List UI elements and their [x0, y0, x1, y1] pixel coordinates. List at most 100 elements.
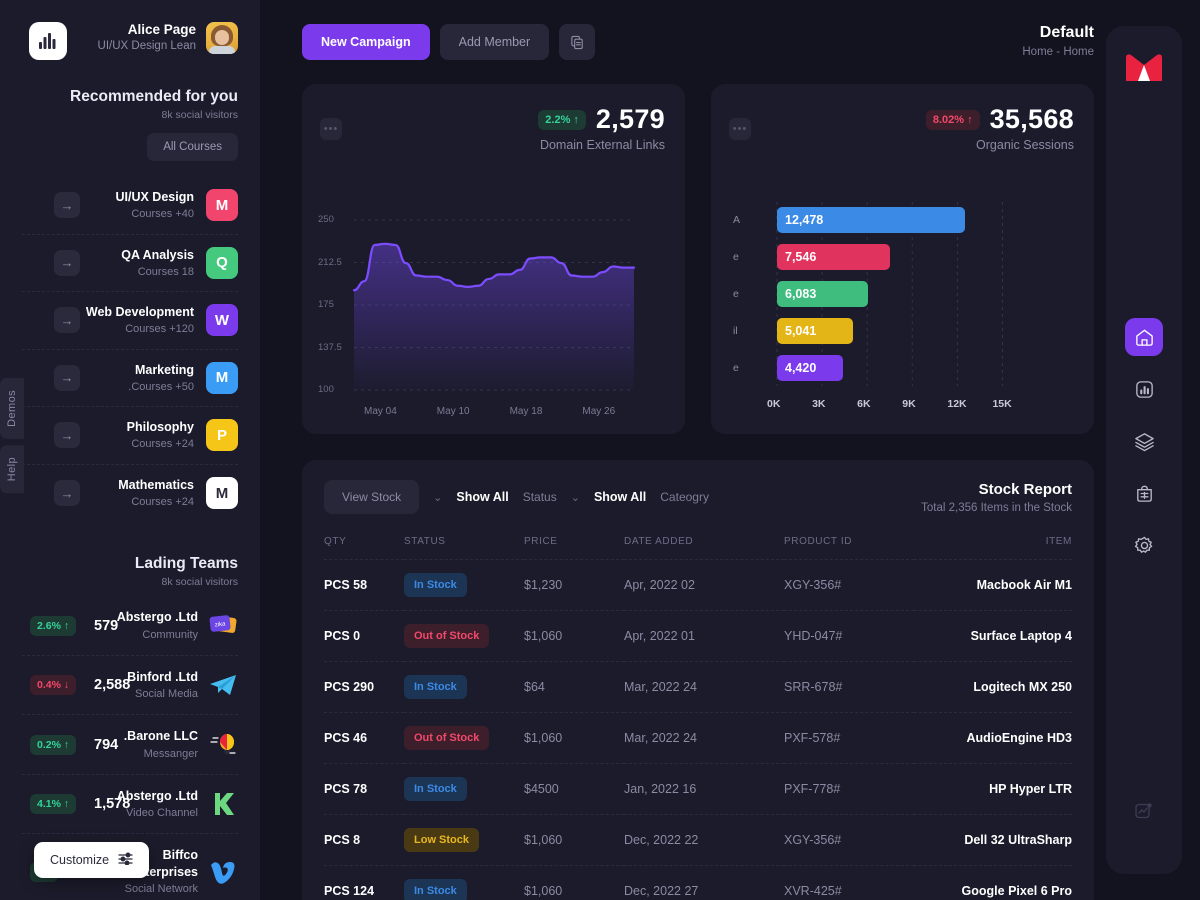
table-row[interactable]: PCS 124In Stock$1,060Dec, 2022 27XVR-425… — [324, 866, 1072, 900]
course-item[interactable]: →MathematicsCourses +24M — [22, 465, 238, 522]
arrow-right-icon[interactable]: → — [54, 192, 80, 218]
add-member-button[interactable]: Add Member — [440, 24, 550, 60]
cell-date: Jan, 2022 16 — [624, 764, 784, 815]
new-campaign-button[interactable]: New Campaign — [302, 24, 430, 60]
brand-logo-icon[interactable] — [29, 22, 67, 60]
edge-tab-demos[interactable]: Demos — [0, 378, 24, 439]
cell-product-id: SRR-678# — [784, 662, 914, 713]
status-badge: In Stock — [404, 675, 467, 699]
copy-document-icon[interactable] — [559, 24, 595, 60]
course-text: PhilosophyCourses +24 — [22, 419, 194, 452]
cell-date: Mar, 2022 24 — [624, 713, 784, 764]
bar-kpi-badge: 8.02% ↑ — [926, 110, 980, 130]
toolbar: New Campaign Add Member Default Home - H… — [302, 24, 1094, 60]
cell-item: AudioEngine HD3 — [914, 713, 1072, 764]
cell-qty: PCS 124 — [324, 866, 404, 900]
rail-chart-icon[interactable] — [1125, 370, 1163, 408]
recommended-title: Recommended for you — [22, 88, 238, 106]
bar-x-axis-tick: 12K — [947, 398, 966, 410]
rail-gear-icon[interactable] — [1125, 526, 1163, 564]
breadcrumb-item-home[interactable]: Home — [1022, 46, 1053, 58]
user-name: Alice Page — [98, 22, 196, 39]
team-logo-icon — [208, 789, 238, 819]
all-courses-button[interactable]: All Courses — [147, 133, 238, 161]
cell-qty: PCS 78 — [324, 764, 404, 815]
course-item[interactable]: →UI/UX DesignCourses +40M — [22, 177, 238, 235]
course-text: UI/UX DesignCourses +40 — [22, 189, 194, 222]
m-logo-icon[interactable] — [1124, 52, 1164, 87]
card-menu-icon[interactable]: ••• — [320, 118, 342, 140]
team-count: 579 — [94, 618, 118, 634]
svg-text:zika: zika — [215, 621, 227, 628]
course-badge: M — [206, 362, 238, 394]
arrow-right-icon[interactable]: → — [54, 480, 80, 506]
cell-date: Apr, 2022 01 — [624, 611, 784, 662]
status-badge: In Stock — [404, 573, 467, 597]
card-menu-icon-2[interactable]: ••• — [729, 118, 751, 140]
analytics-image-icon[interactable] — [1125, 792, 1163, 830]
arrow-right-icon[interactable]: → — [54, 250, 80, 276]
team-item[interactable]: 2.6% ↑579Abstergo .LtdCommunityzika — [22, 596, 238, 656]
chevron-down-icon-1[interactable]: ⌄ — [433, 491, 442, 504]
cell-product-id: PXF-578# — [784, 713, 914, 764]
bar-value-label: 7,546 — [785, 250, 816, 264]
course-text: MathematicsCourses +24 — [22, 477, 194, 510]
breadcrumb-item-home-2[interactable]: Home — [1063, 46, 1094, 58]
team-item[interactable]: 0.2% ↑794.Barone LLCMessanger — [22, 715, 238, 775]
area-kpi-badge: 2.2% ↑ — [538, 110, 586, 130]
team-change-badge: 2.6% ↑ — [30, 616, 76, 636]
cell-item: Dell 32 UltraSharp — [914, 815, 1072, 866]
status-badge: Low Stock — [404, 828, 479, 852]
course-item[interactable]: →PhilosophyCourses +24 P — [22, 407, 238, 465]
status-filter-label: Status — [523, 490, 557, 504]
rail-home-icon[interactable] — [1125, 318, 1163, 356]
cell-item: Macbook Air M1 — [914, 560, 1072, 611]
arrow-right-icon[interactable]: → — [54, 365, 80, 391]
view-stock-button[interactable]: View Stock — [324, 480, 419, 514]
course-text: QA AnalysisCourses 18 — [22, 247, 194, 280]
arrow-right-icon[interactable]: → — [54, 307, 80, 333]
category-filter-label: Cateogry — [660, 490, 709, 504]
cell-qty: PCS 8 — [324, 815, 404, 866]
cell-status: Low Stock — [404, 815, 524, 866]
edge-tab-help[interactable]: Help — [0, 445, 24, 493]
cell-product-id: YHD-047# — [784, 611, 914, 662]
chevron-down-icon-2[interactable]: ⌄ — [571, 491, 580, 504]
table-row[interactable]: PCS 0Out of Stock$1,060Apr, 2022 01YHD-0… — [324, 611, 1072, 662]
arrow-right-icon[interactable]: → — [54, 422, 80, 448]
team-count: 794 — [94, 737, 118, 753]
course-badge: P — [206, 419, 238, 451]
course-item[interactable]: →Marketing.Courses +50M — [22, 350, 238, 408]
status-badge: Out of Stock — [404, 624, 489, 648]
x-axis-tick: May 04 — [364, 406, 397, 417]
status-badge: Out of Stock — [404, 726, 489, 750]
rail-layers-icon[interactable] — [1125, 422, 1163, 460]
cell-qty: PCS 58 — [324, 560, 404, 611]
category-filter-value[interactable]: Show All — [594, 490, 646, 504]
rail-shopping-bag-icon[interactable] — [1125, 474, 1163, 512]
course-item[interactable]: →Web DevelopmentCourses +120W — [22, 292, 238, 350]
bar-value-label: 5,041 — [785, 324, 816, 338]
table-row[interactable]: PCS 8Low Stock$1,060Dec, 2022 22XGY-356#… — [324, 815, 1072, 866]
course-name: Marketing — [22, 362, 194, 378]
user-role: UI/UX Design Lean — [98, 39, 196, 53]
avatar[interactable] — [206, 22, 238, 54]
customize-button[interactable]: Customize — [34, 842, 149, 878]
y-axis-tick: 250 — [318, 214, 334, 225]
x-axis-tick: May 10 — [437, 406, 470, 417]
cell-status: In Stock — [404, 764, 524, 815]
cell-item: Google Pixel 6 Pro — [914, 866, 1072, 900]
table-row[interactable]: PCS 78In Stock$4500Jan, 2022 16PXF-778#H… — [324, 764, 1072, 815]
table-row[interactable]: PCS 46Out of Stock$1,060Mar, 2022 24PXF-… — [324, 713, 1072, 764]
course-item[interactable]: →QA AnalysisCourses 18Q — [22, 235, 238, 293]
table-row[interactable]: PCS 58In Stock$1,230Apr, 2022 02XGY-356#… — [324, 560, 1072, 611]
teams-title: Lading Teams — [22, 555, 238, 573]
page-header: Default Home - Home — [1022, 24, 1094, 58]
team-item[interactable]: 4.1% ↑1,578Abstergo .LtdVideo Channel — [22, 775, 238, 835]
course-name: Web Development — [22, 304, 194, 320]
table-row[interactable]: PCS 290In Stock$64Mar, 2022 24SRR-678#Lo… — [324, 662, 1072, 713]
status-filter-value[interactable]: Show All — [456, 490, 508, 504]
team-item[interactable]: 0.4% ↓2,588Binford .LtdSocial Media — [22, 656, 238, 716]
status-badge: In Stock — [404, 879, 467, 900]
table-column-header: PRICE — [524, 536, 624, 560]
